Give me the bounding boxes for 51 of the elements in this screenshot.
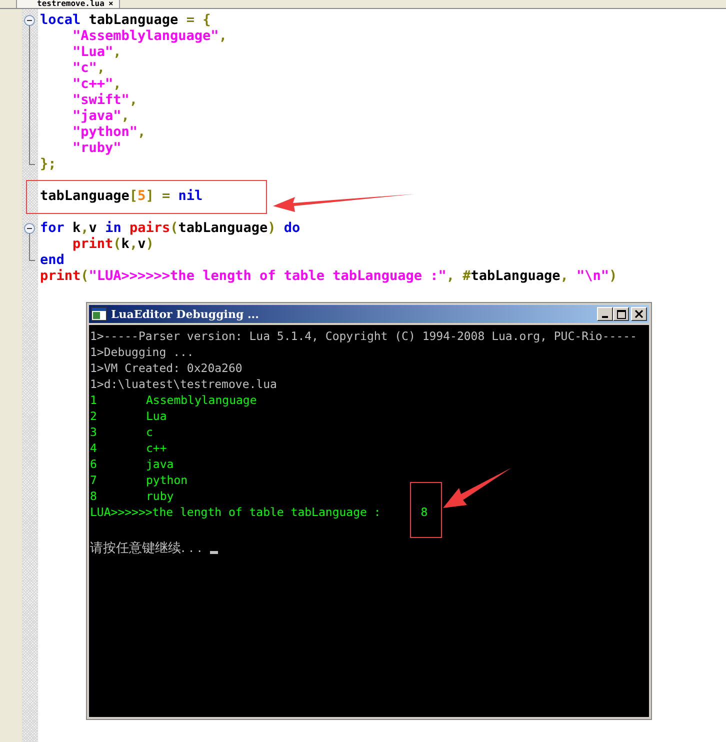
console-line: 1>Debugging ... xyxy=(90,345,194,359)
window-icon xyxy=(91,307,107,321)
console-value: Assemblylanguage xyxy=(146,393,257,407)
highlight-box xyxy=(410,482,442,538)
code-line: print(k,v) xyxy=(72,236,154,252)
console-value: ruby xyxy=(146,489,174,503)
minimize-button[interactable] xyxy=(597,307,613,321)
collapse-icon[interactable] xyxy=(24,15,35,26)
code-line: for k,v in pairs(tabLanguage) do xyxy=(40,220,300,236)
console-index: 1 xyxy=(90,392,98,408)
window-title: LuaEditor Debugging ... xyxy=(111,308,260,320)
console-index: 6 xyxy=(90,456,98,472)
code-line: "Lua", xyxy=(72,44,122,60)
code-line: end xyxy=(40,252,64,268)
console-prompt: 请按任意键继续. . . xyxy=(90,541,202,556)
code-line: "Assemblylanguage", xyxy=(72,28,227,44)
code-line: "swift", xyxy=(72,92,138,108)
console-index: 4 xyxy=(90,440,98,456)
code-line: tabLanguage[5] = nil xyxy=(40,188,203,204)
text-cursor xyxy=(210,551,218,554)
maximize-icon xyxy=(616,310,626,318)
close-icon xyxy=(635,310,643,318)
file-tab[interactable]: testremove.lua × xyxy=(16,0,120,8)
console-value: 8 xyxy=(420,505,428,519)
code-line: "python", xyxy=(72,124,146,140)
console-value: c xyxy=(146,425,153,439)
console-value: c++ xyxy=(146,441,167,455)
code-line: "c++", xyxy=(72,76,122,92)
code-line: "c", xyxy=(72,60,106,76)
minimize-icon xyxy=(602,316,608,318)
annotation-arrow xyxy=(443,468,511,510)
code-line: "java", xyxy=(72,108,130,124)
close-icon[interactable]: × xyxy=(108,0,114,8)
console-index: 3 xyxy=(90,424,98,440)
console-index: 7 xyxy=(90,472,98,488)
console-value: Lua xyxy=(146,409,167,423)
code-line: "ruby" xyxy=(72,140,122,156)
collapse-icon[interactable] xyxy=(24,223,35,234)
console-line: 1>-----Parser version: Lua 5.1.4, Copyright (C) 1994-2008 Lua.org, PUC-Rio----- xyxy=(90,329,637,343)
console-index: 8 xyxy=(90,488,98,504)
code-line: }; xyxy=(40,156,56,172)
maximize-button[interactable] xyxy=(613,307,629,321)
code-line: local tabLanguage = { xyxy=(40,12,211,28)
console-value: python xyxy=(146,473,188,487)
console-index: 2 xyxy=(90,408,98,424)
code-line: print("LUA>>>>>>the length of table tabLanguage :", #tabLanguage, "\n") xyxy=(40,268,618,284)
console-line: 1>d:\luatest\testremove.lua xyxy=(90,377,277,391)
close-button[interactable] xyxy=(631,307,647,321)
console-value: java xyxy=(146,457,174,471)
console-line: 1>VM Created: 0x20a260 xyxy=(90,361,242,375)
console-line: LUA>>>>>>the length of table tabLanguage : xyxy=(90,505,381,519)
